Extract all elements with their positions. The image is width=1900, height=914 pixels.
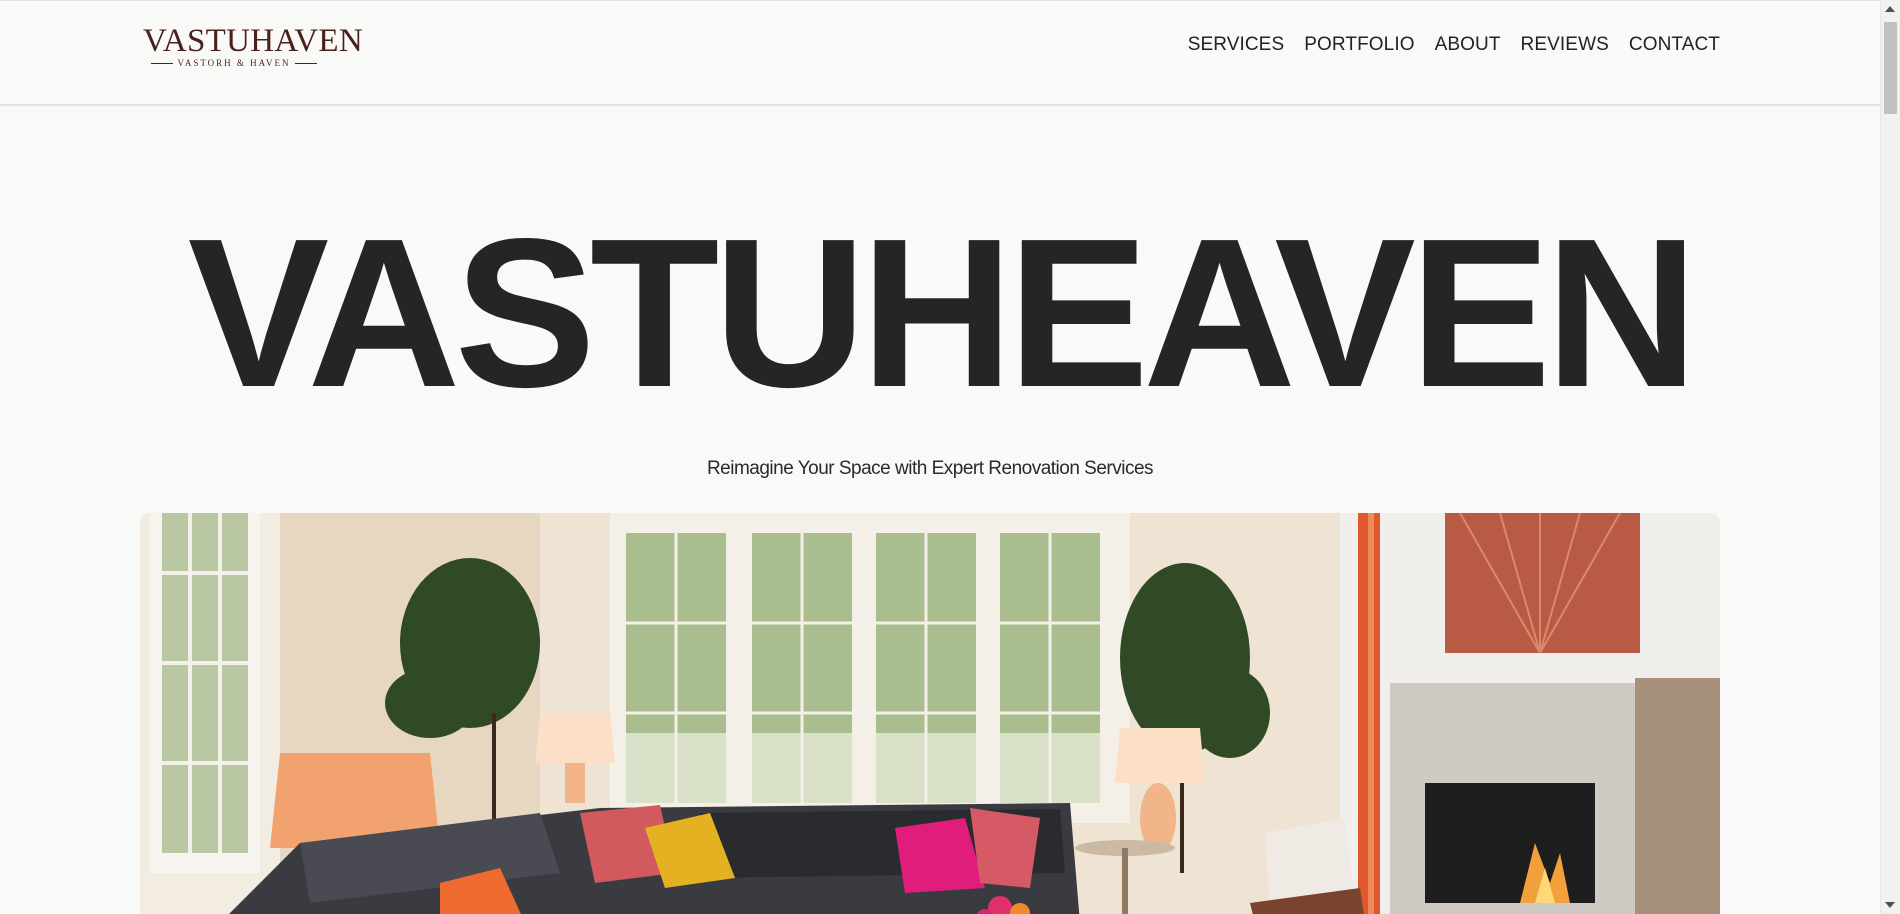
logo[interactable]: VASTUHAVEN VASTORH & HAVEN xyxy=(143,23,363,71)
nav-link-reviews[interactable]: REVIEWS xyxy=(1521,34,1609,56)
scroll-up-arrow-icon[interactable] xyxy=(1885,6,1895,12)
hero-image xyxy=(140,513,1720,914)
nav-link-portfolio[interactable]: PORTFOLIO xyxy=(1304,34,1414,56)
page-scrollbar[interactable] xyxy=(1880,0,1900,914)
site-header: VASTUHAVEN VASTORH & HAVEN SERVICES PORT… xyxy=(0,0,1880,106)
hero-title: VASTUHEAVEN xyxy=(187,194,1699,431)
logo-divider-right xyxy=(294,62,317,64)
page: VASTUHAVEN VASTORH & HAVEN SERVICES PORT… xyxy=(0,0,1900,914)
main-nav: SERVICES PORTFOLIO ABOUT REVIEWS CONTACT xyxy=(1188,34,1720,56)
scroll-thumb[interactable] xyxy=(1884,22,1897,114)
logo-divider-left xyxy=(151,62,174,64)
logo-subline: VASTORH & HAVEN xyxy=(177,58,291,68)
living-room-photo-icon xyxy=(140,513,1720,914)
logo-wordmark: VASTUHAVEN xyxy=(143,23,363,59)
hero-tagline: Reimagine Your Space with Expert Renovat… xyxy=(706,458,1154,479)
logo-subline-row: VASTORH & HAVEN xyxy=(143,57,325,69)
nav-link-about[interactable]: ABOUT xyxy=(1435,34,1501,56)
scroll-down-arrow-icon[interactable] xyxy=(1885,902,1895,908)
nav-link-contact[interactable]: CONTACT xyxy=(1629,34,1720,56)
nav-link-services[interactable]: SERVICES xyxy=(1188,34,1285,56)
